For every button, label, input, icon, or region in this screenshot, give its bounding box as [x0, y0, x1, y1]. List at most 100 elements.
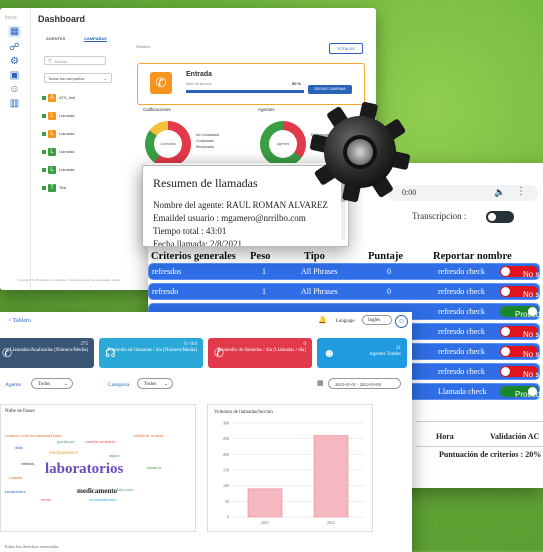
y-tick-label: 50: [225, 499, 229, 504]
x-tick-label: 2021: [261, 520, 269, 525]
language-select[interactable]: Inglés: [362, 315, 392, 325]
criteria-reporte: refresdo check: [438, 367, 485, 376]
grid-icon[interactable]: ▦: [8, 26, 21, 38]
bell-icon[interactable]: 🔔: [318, 316, 327, 324]
more-options-icon[interactable]: ⋮: [516, 186, 526, 197]
campaign-badge: L: [48, 129, 56, 138]
footer-hora: Hora: [436, 432, 454, 441]
status-toggle[interactable]: No se cue: [500, 346, 543, 359]
date-range-input[interactable]: 2022-01-01 - 2022-03-08: [328, 378, 401, 389]
header-criterios: Criterios generales: [151, 251, 236, 262]
campaign-item[interactable]: A ATS_test: [42, 92, 112, 104]
category-filter-value: Todos: [144, 382, 157, 387]
status-label: Procedió: [515, 390, 543, 399]
summary-line: Tiempo total : 43:01: [153, 226, 227, 236]
campaign-item[interactable]: T Test: [42, 182, 112, 194]
back-link[interactable]: < Tablero: [8, 318, 31, 324]
footer-validacion: Validación AC: [490, 432, 540, 441]
agent-filter-label: Agente: [5, 382, 21, 388]
calificaciones-legend: No Contactado Contactado Rechazada: [196, 132, 219, 150]
tab-agentes[interactable]: AGENTES: [46, 36, 65, 41]
card-label: Agentes Totales: [369, 352, 401, 357]
y-tick-label: 200: [223, 452, 229, 457]
status-toggle[interactable]: No se cue: [500, 326, 543, 339]
campaign-label: Llamada: [59, 167, 75, 172]
network-icon[interactable]: ☍: [8, 42, 21, 54]
total-agents-card: ☻ 31 Agentes Totales: [317, 338, 407, 368]
header-reportar: Reportar nombre: [433, 251, 512, 262]
volume-icon[interactable]: 🔈: [494, 187, 505, 198]
totals-button[interactable]: TOTALES: [329, 43, 363, 54]
totals-label: TOTALES: [337, 46, 355, 51]
inbox-icon[interactable]: ▣: [8, 70, 21, 82]
category-filter-select[interactable]: Todos ⌄: [137, 378, 173, 389]
word-cloud-word: laboratorios: [45, 461, 124, 477]
people-icon[interactable]: ☺: [8, 84, 21, 96]
status-toggle[interactable]: No se cue: [500, 286, 543, 299]
status-toggle[interactable]: Procedió: [500, 306, 543, 319]
campaign-badge: L: [48, 147, 56, 156]
brand-label: Inicio: [5, 15, 17, 21]
status-toggle[interactable]: No se cue: [500, 366, 543, 379]
entrada-percent: 90 %: [292, 81, 302, 86]
card-label: Promedio de llamadas / día (Número/Media…: [107, 348, 197, 353]
chart-icon[interactable]: ▥: [8, 98, 21, 110]
criteria-reporte: refresdo check: [438, 307, 485, 316]
status-toggle[interactable]: No se cue: [500, 266, 543, 279]
word-cloud-word: gracias por: [57, 439, 75, 444]
summary-line: Fecha llamada: 2/8/2021: [153, 239, 242, 247]
avg-calls-card: ☊ 0 / 0:0 Promedio de llamadas / día (Núm…: [99, 338, 203, 368]
phone-icon: ✆: [150, 72, 172, 94]
campaign-item[interactable]: L Llamada: [42, 164, 112, 176]
campaign-badge: L: [48, 165, 56, 174]
campaign-item[interactable]: L Llamada: [42, 128, 112, 140]
divider: [416, 446, 543, 447]
donut-center-label: Llamadas: [154, 130, 182, 158]
status-label: No se cue: [523, 270, 543, 279]
search-icon: ⚲: [48, 58, 52, 64]
details-label: Detalles: [136, 44, 151, 49]
header-peso: Peso: [250, 251, 271, 262]
campaign-badge: L: [48, 111, 56, 120]
settings-icon[interactable]: ⚙: [8, 56, 21, 68]
header-tipo: Tipo: [304, 251, 325, 262]
legend-item: Rechazada: [196, 145, 214, 149]
checkbox-icon[interactable]: [42, 131, 46, 136]
status-label: No se cue: [523, 350, 543, 359]
category-filter-label: Categoría: [108, 382, 130, 388]
language-value: Inglés: [368, 318, 381, 323]
word-cloud-word: bajo costo: [117, 487, 134, 492]
search-input[interactable]: ⚲ Buscar: [44, 56, 106, 65]
checkbox-icon[interactable]: [42, 167, 46, 172]
bar: [247, 488, 283, 518]
checkbox-icon[interactable]: [42, 113, 46, 118]
word-cloud-word: seguro: [109, 453, 120, 458]
criteria-reporte: refresdo check: [438, 287, 485, 296]
word-cloud-word: farmacéutico: [5, 489, 26, 494]
word-cloud-word: calidad de su salud: [133, 433, 164, 438]
status-label: No se cue: [523, 370, 543, 379]
card-label: Llamadas/Analizadas (Número/Media): [9, 348, 88, 353]
transcription-toggle[interactable]: [486, 211, 514, 223]
status-toggle[interactable]: Procedió: [500, 386, 543, 399]
agent-filter-select[interactable]: Todos ⌄: [31, 378, 73, 389]
entrada-progress: [186, 90, 304, 93]
gear-icon: [309, 101, 411, 203]
campaign-item[interactable]: L Llamada: [42, 110, 112, 122]
y-tick-label: 300: [223, 421, 229, 426]
call-volume-chart: Volumen de llamadas/lección 0 50 100 150 200…: [214, 410, 364, 525]
y-tick-label: 0: [227, 515, 229, 520]
user-avatar-icon[interactable]: ☺: [395, 315, 408, 328]
checkbox-icon[interactable]: [42, 185, 46, 190]
criteria-name: refresdo: [152, 287, 179, 296]
tab-campanas[interactable]: CAMPAÑAS: [84, 36, 107, 42]
campaign-select[interactable]: Todas las campañas ⌄: [44, 73, 112, 83]
checkbox-icon[interactable]: [42, 149, 46, 154]
avg-calls-day-card: ✆ 0 Promedio de llamadas / día (Llamadas …: [208, 338, 312, 368]
chevron-down-icon: ⌄: [63, 382, 68, 387]
criteria-peso: 1: [262, 287, 266, 296]
campaign-item[interactable]: L Llamada: [42, 146, 112, 158]
status-label: No se cue: [523, 330, 543, 339]
side-rail: Inicio ▦ ☍ ⚙ ▣ ☺ ▥: [0, 8, 31, 290]
checkbox-icon[interactable]: [42, 95, 46, 100]
